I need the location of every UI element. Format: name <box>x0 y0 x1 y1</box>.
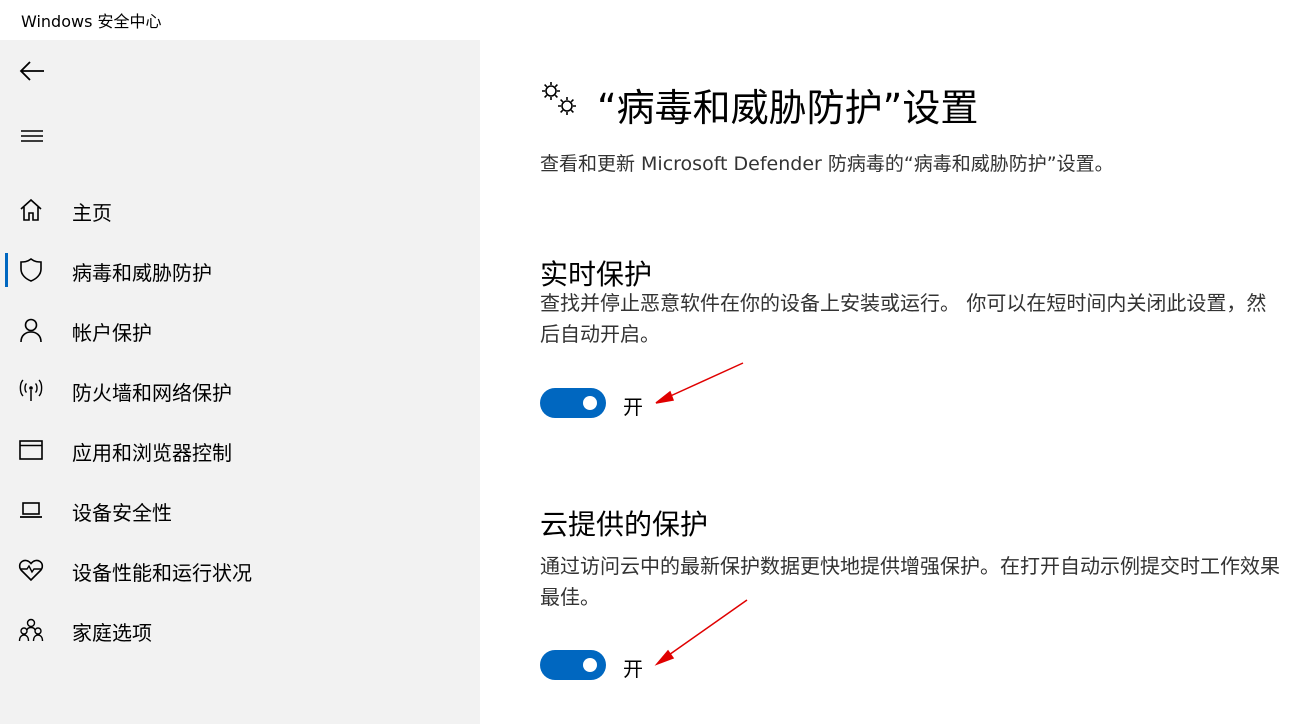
sidebar-item-app-browser-control[interactable]: 应用和浏览器控制 <box>0 426 480 474</box>
heart-pulse-icon <box>17 557 45 583</box>
back-arrow-icon <box>19 61 44 81</box>
sidebar-item-label: 应用和浏览器控制 <box>72 441 232 465</box>
sidebar-item-label: 病毒和威胁防护 <box>72 261 212 285</box>
realtime-protection-toggle-label: 开 <box>623 395 643 419</box>
sidebar: 主页 病毒和威胁防护 帐户保护 防火墙和网络保护 应用和浏览器控制 设备安全性 <box>0 40 480 724</box>
cloud-protection-toggle-label: 开 <box>623 657 643 681</box>
annotation-arrows <box>654 362 748 666</box>
sidebar-item-home[interactable]: 主页 <box>0 186 480 234</box>
page-description: 查看和更新 Microsoft Defender 防病毒的“病毒和威胁防护”设置… <box>540 153 1114 175</box>
cloud-protection-description: 通过访问云中的最新保护数据更快地提供增强保护。在打开自动示例提交时工作效果最佳。 <box>540 554 1280 609</box>
title-bar: Windows 安全中心 <box>0 0 1299 40</box>
sidebar-item-family-options[interactable]: 家庭选项 <box>0 606 480 654</box>
sidebar-item-device-security[interactable]: 设备安全性 <box>0 486 480 534</box>
realtime-protection-toggle[interactable] <box>540 388 606 418</box>
hamburger-menu-icon <box>21 130 43 142</box>
active-indicator <box>5 253 8 287</box>
sidebar-item-label: 设备性能和运行状况 <box>72 561 252 585</box>
family-icon <box>17 617 45 643</box>
main-content: “病毒和威胁防护”设置 查看和更新 Microsoft Defender 防病毒… <box>480 40 1299 724</box>
app-window-icon <box>17 437 45 463</box>
sidebar-item-label: 主页 <box>72 201 112 225</box>
toggle-knob <box>583 396 597 410</box>
sidebar-item-label: 设备安全性 <box>72 501 172 525</box>
sidebar-item-firewall[interactable]: 防火墙和网络保护 <box>0 366 480 414</box>
sidebar-item-virus-protection[interactable]: 病毒和威胁防护 <box>0 246 480 294</box>
realtime-protection-title: 实时保护 <box>540 258 653 291</box>
sidebar-item-label: 帐户保护 <box>72 321 152 345</box>
annotation-arrowhead <box>655 390 675 404</box>
annotation-arrowhead <box>654 649 675 666</box>
back-button[interactable] <box>12 53 52 89</box>
home-icon <box>17 197 45 223</box>
window-title: Windows 安全中心 <box>21 12 162 31</box>
laptop-icon <box>17 497 45 523</box>
sidebar-item-label: 防火墙和网络保护 <box>72 381 232 405</box>
sidebar-item-device-health[interactable]: 设备性能和运行状况 <box>0 546 480 594</box>
wifi-antenna-icon <box>17 377 45 403</box>
realtime-protection-description: 查找并停止恶意软件在你的设备上安装或运行。 你可以在短时间内关闭此设置，然后自动… <box>540 291 1267 346</box>
person-icon <box>17 317 45 343</box>
shield-icon <box>17 257 45 283</box>
sidebar-item-account-protection[interactable]: 帐户保护 <box>0 306 480 354</box>
toggle-knob <box>583 658 597 672</box>
cloud-protection-toggle[interactable] <box>540 650 606 680</box>
page-title: “病毒和威胁防护”设置 <box>597 86 979 130</box>
gears-icon <box>542 82 576 115</box>
cloud-protection-title: 云提供的保护 <box>540 508 709 541</box>
menu-button[interactable] <box>12 118 52 154</box>
annotation-arrow <box>665 362 744 399</box>
sidebar-item-label: 家庭选项 <box>72 621 152 645</box>
